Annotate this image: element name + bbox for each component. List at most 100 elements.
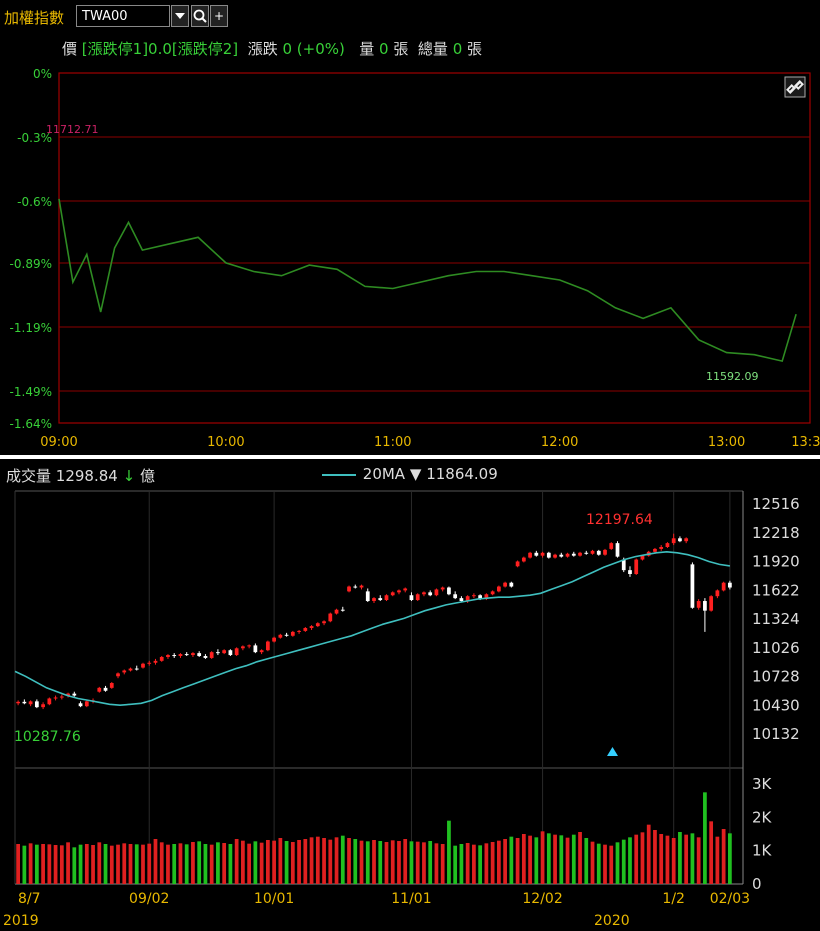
volume-bar [66, 842, 70, 884]
event-marker-icon[interactable] [607, 747, 618, 756]
intraday-y-tick-label: -1.19% [10, 321, 52, 335]
candle-body [103, 687, 108, 691]
volume-bar [528, 835, 532, 884]
candle-body [409, 595, 414, 601]
volume-bar [53, 845, 58, 884]
candle-body [665, 543, 670, 547]
volume-bar [578, 832, 582, 884]
symbol-input[interactable]: TWA00 [76, 5, 170, 27]
volume-bar [397, 841, 401, 884]
volume-bar [415, 841, 420, 884]
candle-body [540, 552, 545, 556]
candle-body [216, 652, 220, 654]
volume-bar [634, 834, 639, 884]
search-button[interactable] [191, 5, 209, 27]
candle-body [728, 582, 732, 588]
price-label: 價 [62, 40, 78, 58]
candle-body [228, 650, 233, 656]
volume-bar [496, 840, 501, 884]
volume-bar [334, 837, 339, 884]
candle-body [41, 704, 45, 708]
candle-body [546, 552, 551, 558]
volume-bar [434, 843, 439, 884]
change-label: 漲跌 [247, 40, 278, 58]
candle-body [384, 595, 389, 601]
volume-bar [490, 842, 495, 884]
candle-body [709, 596, 714, 611]
candle-body [265, 641, 270, 651]
volume-bar [653, 830, 657, 884]
volume-bar [78, 844, 83, 884]
candle-body [434, 589, 439, 596]
intraday-low-label: 11592.09 [706, 370, 759, 383]
volume-bar [565, 837, 570, 884]
volume-bar [247, 843, 252, 884]
candle-body [403, 588, 408, 591]
volume-bar [615, 842, 620, 884]
volume-bar [353, 839, 358, 884]
daily-date-tick-label: 12/02 [522, 891, 562, 907]
volume-bar [678, 832, 682, 884]
volume-bar [47, 844, 52, 884]
daily-price-tick-label: 10430 [752, 696, 800, 714]
daily-date-tick-label: 8/7 [18, 891, 41, 907]
intraday-x-tick-label: 12:00 [541, 435, 578, 450]
candle-body [122, 670, 127, 673]
symbol-dropdown-button[interactable] [171, 5, 189, 27]
volume-bar [59, 845, 64, 884]
intraday-y-tick-label: -0.89% [10, 257, 52, 271]
index-title: 加權指數 [4, 9, 65, 27]
intraday-x-tick-label: 10:00 [207, 435, 244, 450]
volume-bar [315, 836, 320, 884]
candle-body [603, 549, 607, 555]
volume-bar [253, 841, 258, 884]
volume-bar [390, 840, 395, 884]
volume-bar [621, 839, 626, 884]
candle-body [628, 570, 632, 575]
candle-body [303, 628, 308, 631]
volume-bar [584, 838, 589, 884]
add-button[interactable]: + [210, 5, 228, 27]
volume-bar [228, 844, 233, 884]
intraday-x-ticks: 09:00 10:00 11:00 12:00 13:00 13:30 [40, 435, 820, 450]
candle-body [328, 613, 333, 622]
candle-body [353, 586, 358, 588]
candle-body [684, 538, 689, 542]
intraday-x-tick-label: 11:00 [374, 435, 411, 450]
volume-bar [41, 844, 45, 884]
daily-vertical-grid [148, 491, 731, 884]
link-button[interactable] [784, 76, 806, 98]
candle-body [553, 554, 557, 558]
candle-body [153, 660, 158, 663]
daily-price-tick-label: 11026 [752, 639, 800, 657]
volume-bar [278, 838, 283, 884]
daily-volume-tick-label: 2K [752, 808, 773, 826]
volume-bar [546, 833, 551, 884]
candle-body [696, 601, 701, 608]
candle-body [284, 634, 289, 636]
candle-body [309, 626, 314, 629]
candle-body [109, 683, 114, 688]
candle-body [247, 645, 252, 647]
intraday-price-line [58, 198, 797, 363]
volume-bar [365, 841, 370, 884]
volume-bar [384, 842, 389, 884]
candle-body [509, 582, 514, 587]
volume-bar [659, 834, 664, 884]
daily-volume-tick-label: 1K [752, 842, 773, 860]
volume-bar [465, 843, 470, 884]
candle-body [97, 687, 102, 692]
daily-date-ticks: 8/7 09/02 10/01 11/01 12/02 1/2 02/03 [18, 891, 750, 907]
volume-bar [234, 839, 239, 884]
candle-body [515, 561, 520, 567]
intraday-y-tick-label: -0.6% [17, 195, 52, 209]
volume-bar [159, 842, 164, 884]
volume-bar [422, 842, 426, 884]
candle-body [184, 654, 189, 656]
candle-body [559, 554, 564, 557]
volume-bar [34, 844, 39, 884]
candle-body [571, 553, 576, 556]
volume-bar [322, 838, 326, 884]
magnifier-icon [193, 9, 207, 23]
volume-bar [472, 844, 476, 884]
